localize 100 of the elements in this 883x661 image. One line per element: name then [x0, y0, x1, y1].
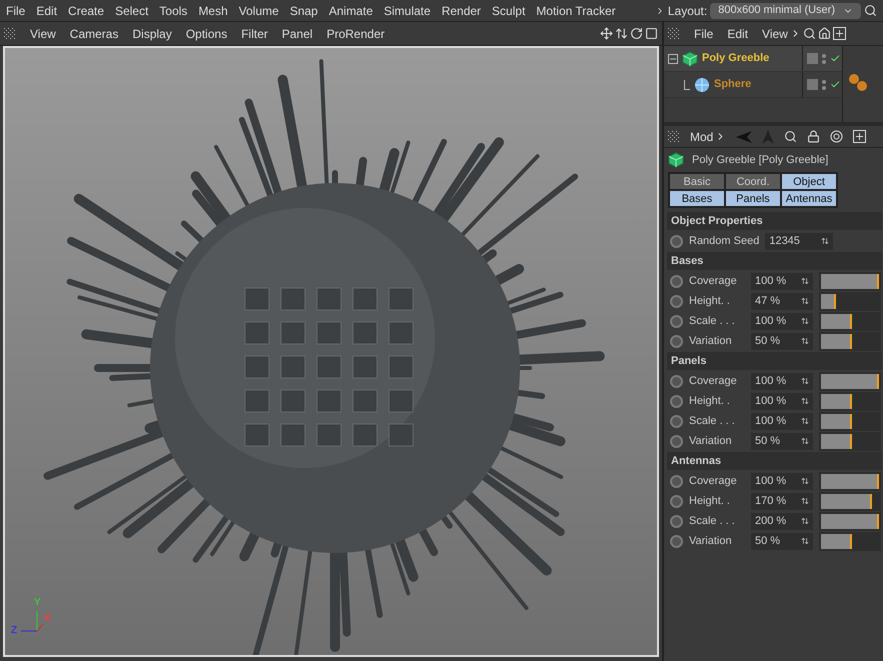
viewport-menu-item[interactable]: Filter [241, 24, 268, 42]
value-field[interactable]: 50 % [751, 432, 813, 450]
viewport-menu-item[interactable]: View [30, 24, 56, 42]
attribute-tab[interactable]: Coord. [725, 173, 781, 190]
slider-track[interactable] [819, 412, 881, 430]
plus-icon[interactable] [832, 27, 846, 40]
visibility-dots-icon[interactable] [822, 80, 826, 90]
manager-menu-item[interactable]: Edit [727, 24, 748, 42]
plus-icon[interactable] [853, 130, 866, 143]
object-name[interactable]: Sphere [714, 76, 752, 93]
spinner-icon[interactable] [801, 317, 809, 325]
value-field[interactable]: 100 % [751, 372, 813, 390]
spinner-icon[interactable] [801, 297, 809, 305]
menu-item[interactable]: Render [442, 2, 481, 20]
layer-toggle-icon[interactable] [807, 53, 818, 64]
spinner-icon[interactable] [801, 277, 809, 285]
animation-circle-icon[interactable] [670, 394, 683, 408]
attribute-tab[interactable]: Basic [669, 173, 725, 190]
animation-circle-icon[interactable] [670, 494, 683, 508]
collapse-icon[interactable] [668, 54, 678, 64]
value-field[interactable]: 170 % [751, 492, 813, 510]
slider-track[interactable] [819, 432, 881, 450]
animation-circle-icon[interactable] [670, 274, 683, 288]
menu-item[interactable]: Mesh [198, 2, 228, 20]
number-field[interactable]: 12345 [765, 232, 834, 250]
spinner-icon[interactable] [801, 537, 809, 545]
mode-menu[interactable]: Mod [690, 128, 714, 146]
lock-icon[interactable] [807, 130, 820, 143]
spinner-icon[interactable] [801, 377, 809, 385]
slider-track[interactable] [819, 492, 881, 510]
animation-circle-icon[interactable] [670, 234, 683, 248]
target-icon[interactable] [830, 130, 844, 143]
animation-circle-icon[interactable] [670, 374, 683, 388]
menu-item[interactable]: Snap [290, 2, 318, 20]
check-icon[interactable] [830, 79, 840, 90]
spinner-icon[interactable] [801, 497, 809, 505]
value-field[interactable]: 50 % [751, 332, 813, 350]
animation-circle-icon[interactable] [670, 334, 683, 348]
menu-item[interactable]: File [6, 2, 26, 20]
slider-track[interactable] [819, 532, 881, 550]
move-icon[interactable] [600, 27, 613, 40]
viewport-menu-item[interactable]: Cameras [70, 24, 118, 42]
window-icon[interactable] [645, 27, 658, 40]
attribute-tab[interactable]: Bases [669, 190, 725, 207]
spinner-icon[interactable] [801, 477, 809, 485]
animation-circle-icon[interactable] [670, 534, 683, 548]
menu-item[interactable]: Create [68, 2, 104, 20]
layout-dropdown[interactable]: 800x600 minimal (User) [710, 2, 861, 18]
animation-circle-icon[interactable] [670, 414, 683, 428]
viewport-menu-item[interactable]: Panel [282, 24, 313, 42]
material-tag-icon[interactable] [847, 72, 869, 94]
spinner-icon[interactable] [821, 237, 830, 245]
menu-item[interactable]: Simulate [384, 2, 431, 20]
animation-circle-icon[interactable] [670, 434, 683, 448]
menu-item[interactable]: Volume [238, 2, 279, 20]
value-field[interactable]: 100 % [751, 412, 813, 430]
slider-fill[interactable] [821, 414, 852, 428]
slider-fill[interactable] [821, 534, 852, 548]
viewport-menu-item[interactable]: Display [132, 24, 172, 42]
spinner-icon[interactable] [801, 337, 809, 345]
spinner-icon[interactable] [801, 397, 809, 405]
search-icon[interactable] [802, 27, 816, 40]
home-icon[interactable] [818, 27, 831, 40]
slider-fill[interactable] [821, 394, 852, 408]
menu-item[interactable]: Select [115, 2, 148, 20]
menu-item[interactable]: Edit [36, 2, 58, 20]
animation-circle-icon[interactable] [670, 474, 683, 488]
animation-circle-icon[interactable] [670, 294, 683, 308]
slider-fill[interactable] [821, 294, 836, 308]
manager-menu-item[interactable]: View [762, 24, 788, 42]
check-icon[interactable] [830, 53, 840, 64]
viewport-menu-item[interactable]: Options [186, 24, 228, 42]
animation-circle-icon[interactable] [670, 314, 683, 328]
slider-fill[interactable] [821, 494, 872, 508]
search-icon[interactable] [864, 4, 877, 17]
visibility-dots-icon[interactable] [822, 54, 826, 64]
spinner-icon[interactable] [801, 437, 809, 445]
attribute-tab[interactable]: Panels [725, 190, 781, 207]
menu-item[interactable]: Sculpt [492, 2, 526, 20]
search-icon[interactable] [784, 130, 798, 143]
slider-fill[interactable] [821, 314, 852, 328]
layer-toggle-icon[interactable] [807, 79, 818, 90]
value-field[interactable]: 100 % [751, 392, 813, 410]
slider-fill[interactable] [821, 334, 852, 348]
value-field[interactable]: 100 % [751, 472, 813, 490]
slider-track[interactable] [819, 332, 881, 350]
value-field[interactable]: 50 % [751, 532, 813, 550]
manager-menu-item[interactable]: File [694, 24, 714, 42]
menu-item[interactable]: Animate [328, 2, 373, 20]
arrows-icon[interactable] [615, 27, 628, 40]
value-field[interactable]: 200 % [751, 512, 813, 530]
slider-track[interactable] [819, 292, 881, 310]
slider-fill[interactable] [821, 434, 852, 448]
menu-item[interactable]: Tools [159, 2, 188, 20]
slider-track[interactable] [819, 392, 881, 410]
slider-track[interactable] [819, 312, 881, 330]
rotate-icon[interactable] [630, 27, 643, 40]
value-field[interactable]: 47 % [751, 292, 813, 310]
spinner-icon[interactable] [801, 417, 809, 425]
value-field[interactable]: 100 % [751, 272, 813, 290]
